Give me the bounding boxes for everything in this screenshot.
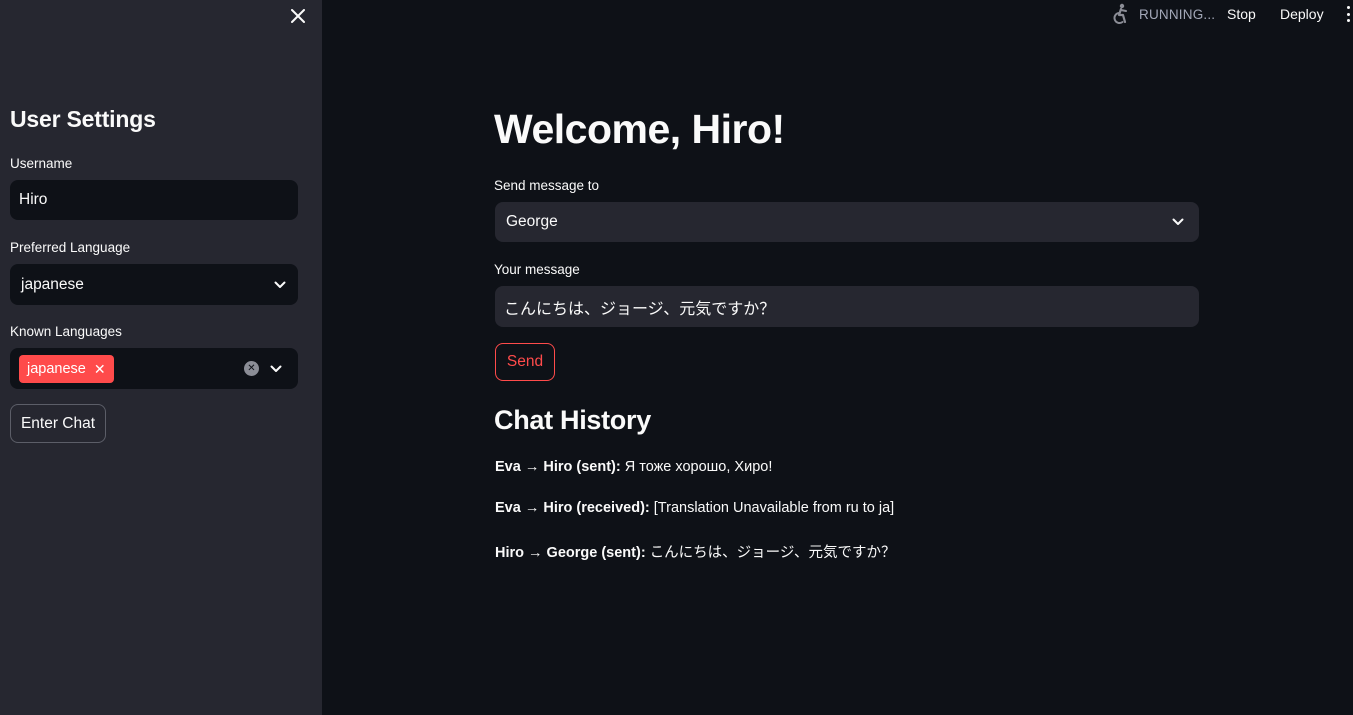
running-text: RUNNING... <box>1139 6 1216 22</box>
clear-circle-icon[interactable]: ✕ <box>244 361 259 376</box>
chat-message-text: こんにちは、ジョージ、元気ですか？ <box>649 545 896 561</box>
chevron-down-icon <box>1171 215 1185 229</box>
preferred-language-select[interactable]: japanese <box>10 264 298 305</box>
chat-message: Eva → Hiro (sent): Я тоже хорошо, Хиро! <box>495 459 772 475</box>
sidebar: User Settings Username Hiro Preferred La… <box>0 0 322 715</box>
chat-history-title: Chat History <box>494 405 651 435</box>
message-value: こんにちは、ジョージ、元気ですか？ <box>504 300 776 318</box>
username-label: Username <box>10 156 73 171</box>
known-languages-multiselect[interactable]: japanese ✕ ✕ <box>10 348 298 389</box>
language-tag-label: japanese <box>27 360 86 377</box>
preferred-language-label: Preferred Language <box>10 240 131 255</box>
username-value: Hiro <box>19 191 48 208</box>
preferred-language-value: japanese <box>21 275 84 293</box>
recipient-value: George <box>506 213 558 230</box>
chat-message-header: Hiro → George (sent): <box>495 545 646 561</box>
recipient-select[interactable]: George <box>495 202 1199 242</box>
known-languages-label: Known Languages <box>10 324 122 339</box>
chevron-down-icon[interactable] <box>269 362 283 376</box>
username-input[interactable]: Hiro <box>10 180 298 220</box>
tag-remove-icon[interactable]: ✕ <box>94 362 106 376</box>
chat-message-header: Eva → Hiro (sent): <box>495 459 621 475</box>
chat-message-header: Eva → Hiro (received): <box>495 500 650 516</box>
sidebar-title: User Settings <box>10 106 156 132</box>
app: User Settings Username Hiro Preferred La… <box>0 0 1353 715</box>
recipient-label: Send message to <box>494 178 600 193</box>
running-status: RUNNING... <box>1110 3 1215 25</box>
chat-message: Hiro → George (sent): こんにちは、ジョージ、元気ですか？ <box>495 541 895 562</box>
message-label: Your message <box>494 262 580 277</box>
enter-chat-button[interactable]: Enter Chat <box>10 404 106 443</box>
close-icon <box>291 9 305 23</box>
chat-message-text: [Translation Unavailable from ru to ja] <box>653 500 895 516</box>
menu-dots-icon[interactable] <box>1344 4 1353 24</box>
language-tag: japanese ✕ <box>19 354 114 383</box>
message-input[interactable]: こんにちは、ジョージ、元気ですか？ <box>495 286 1199 327</box>
close-sidebar-button[interactable] <box>286 4 310 28</box>
chat-message-text: Я тоже хорошо, Хиро! <box>624 459 773 475</box>
chat-message: Eva → Hiro (received): [Translation Unav… <box>495 500 894 516</box>
stop-button[interactable]: Stop <box>1227 6 1256 22</box>
page-title: Welcome, Hiro! <box>494 106 785 152</box>
send-button[interactable]: Send <box>495 343 555 381</box>
chevron-down-icon <box>273 278 287 292</box>
running-person-icon <box>1113 3 1127 24</box>
deploy-button[interactable]: Deploy <box>1280 6 1324 22</box>
